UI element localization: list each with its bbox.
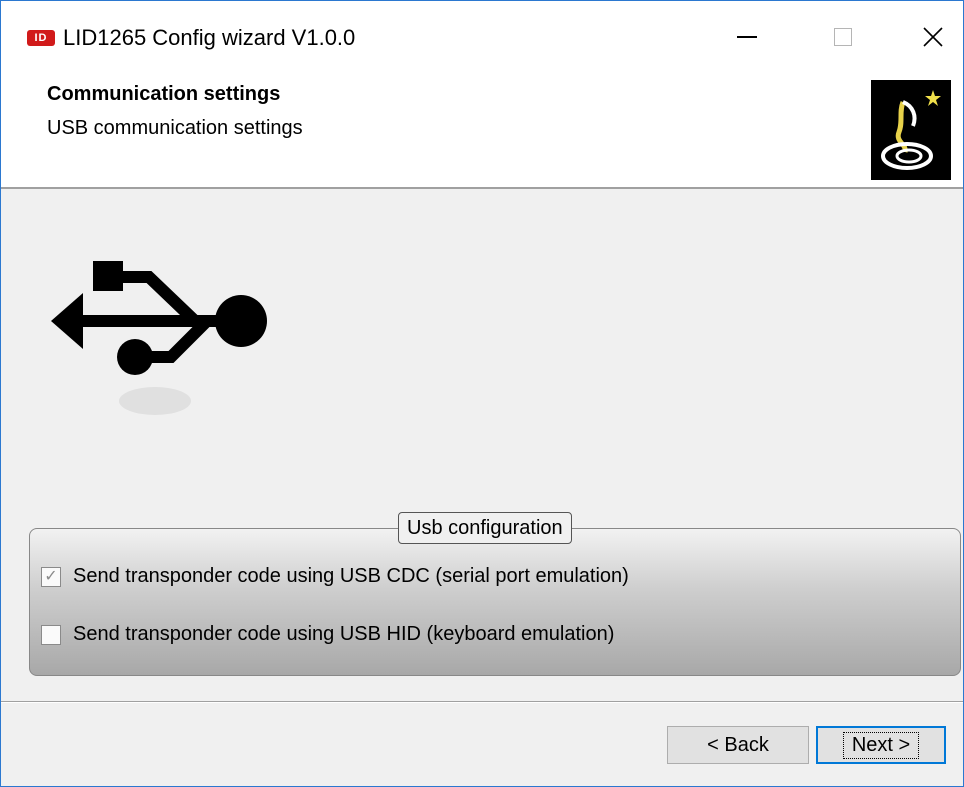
cdc-checkbox[interactable]: ✓: [41, 566, 61, 587]
footer-divider: [1, 701, 963, 703]
close-button[interactable]: [909, 11, 957, 63]
wizard-header: Communication settings USB communication…: [1, 69, 963, 189]
minimize-icon: [737, 36, 757, 38]
usb-config-legend: Usb configuration: [398, 512, 572, 544]
app-logo: ID: [27, 30, 55, 46]
hid-option[interactable]: Send transponder code using USB HID (key…: [41, 623, 614, 646]
back-button[interactable]: < Back: [667, 726, 809, 764]
wizard-window: ID LID1265 Config wizard V1.0.0 Communic…: [0, 0, 964, 787]
wizard-hat-icon: [871, 80, 951, 180]
minimize-button[interactable]: [723, 11, 771, 63]
title-bar: ID LID1265 Config wizard V1.0.0: [1, 1, 963, 69]
usb-config-group: [29, 528, 961, 676]
window-title: LID1265 Config wizard V1.0.0: [63, 25, 356, 50]
page-subtitle: USB communication settings: [47, 117, 303, 139]
maximize-icon: [834, 28, 852, 46]
cdc-option-label: Send transponder code using USB CDC (ser…: [73, 565, 629, 587]
page-title: Communication settings: [47, 83, 281, 105]
next-button-label: Next >: [842, 731, 920, 759]
hid-option-label: Send transponder code using USB HID (key…: [73, 623, 615, 645]
hid-checkbox[interactable]: [41, 624, 61, 645]
usb-icon: [51, 261, 267, 415]
maximize-button[interactable]: [819, 11, 867, 63]
cdc-option[interactable]: ✓ Send transponder code using USB CDC (s…: [41, 565, 629, 588]
next-button[interactable]: Next >: [816, 726, 946, 764]
close-icon: [923, 27, 943, 47]
